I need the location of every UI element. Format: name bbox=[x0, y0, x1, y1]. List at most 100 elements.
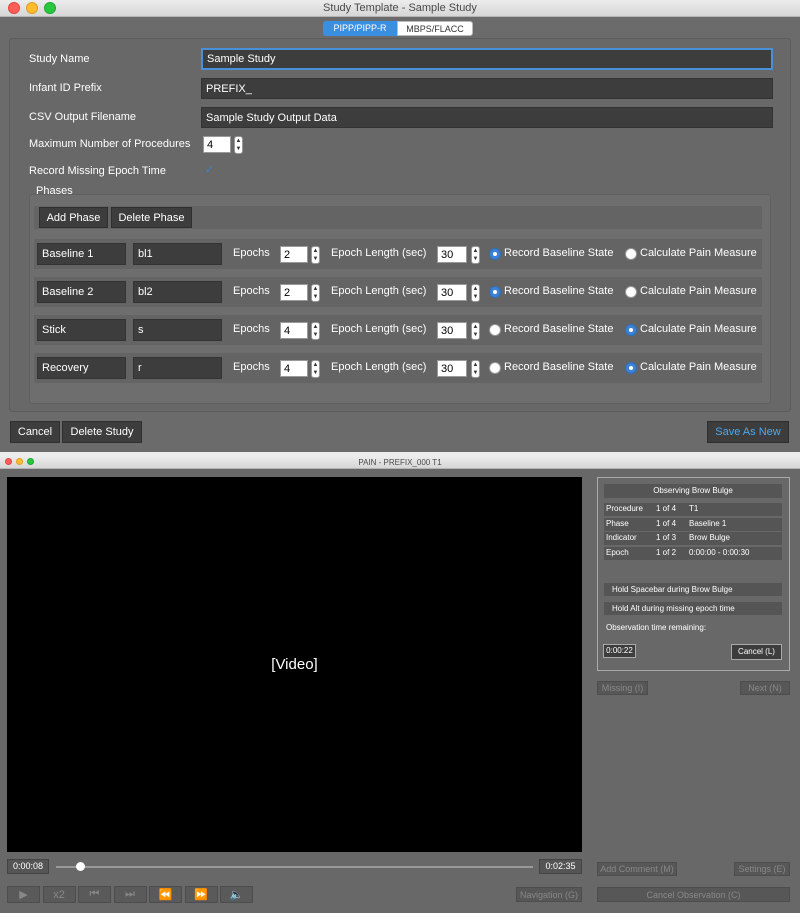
pain-measure-radio[interactable] bbox=[625, 324, 637, 336]
minimize-icon[interactable] bbox=[26, 2, 38, 14]
info-row: Phase 1 of 4 Baseline 1 bbox=[604, 517, 782, 531]
baseline-radio[interactable] bbox=[489, 324, 501, 336]
epochs-stepper[interactable]: ▲ ▼ bbox=[311, 360, 320, 378]
pain-measure-radio[interactable] bbox=[625, 248, 637, 260]
study-name-input[interactable]: Sample Study bbox=[201, 48, 773, 70]
cancel-l-button[interactable]: Cancel (L) bbox=[731, 644, 782, 660]
epoch-length-stepper[interactable]: ▲ ▼ bbox=[471, 246, 480, 264]
scrubber-track[interactable] bbox=[56, 866, 533, 868]
zoom-icon[interactable] bbox=[44, 2, 56, 14]
study-name-label: Study Name bbox=[29, 53, 90, 65]
info-key: Indicator bbox=[606, 533, 637, 542]
epochs-input[interactable]: 2 bbox=[280, 284, 308, 301]
phase-name-input[interactable]: Recovery bbox=[37, 357, 126, 379]
fast-forward-icon[interactable]: ⏩ bbox=[184, 886, 218, 903]
epochs-label: Epochs bbox=[233, 323, 270, 335]
epoch-length-input[interactable]: 30 bbox=[437, 246, 467, 263]
csv-output-label: CSV Output Filename bbox=[29, 111, 136, 123]
baseline-radio[interactable] bbox=[489, 248, 501, 260]
max-procedures-stepper[interactable]: ▲ ▼ bbox=[234, 136, 243, 154]
pain-measure-radio[interactable] bbox=[625, 286, 637, 298]
phase-code-input[interactable]: s bbox=[133, 319, 222, 341]
phase-code-input[interactable]: bl2 bbox=[133, 281, 222, 303]
epoch-length-label: Epoch Length (sec) bbox=[331, 247, 427, 259]
epochs-input[interactable]: 2 bbox=[280, 246, 308, 263]
baseline-label: Record Baseline State bbox=[504, 285, 614, 297]
settings-button[interactable]: Settings (E) bbox=[734, 862, 790, 876]
add-phase-button[interactable]: Add Phase bbox=[39, 207, 108, 228]
infant-id-prefix-input[interactable]: PREFIX_ bbox=[201, 78, 773, 99]
csv-output-input[interactable]: Sample Study Output Data bbox=[201, 107, 773, 128]
epochs-stepper[interactable]: ▲ ▼ bbox=[311, 246, 320, 264]
pain-measure-label: Calculate Pain Measure bbox=[640, 323, 757, 335]
info-count: 1 of 2 bbox=[656, 547, 677, 557]
tab-mbps[interactable]: MBPS/FLACC bbox=[397, 21, 473, 36]
navigation-button[interactable]: Navigation (G) bbox=[516, 887, 582, 902]
phase-code-input[interactable]: bl1 bbox=[133, 243, 222, 265]
close-icon[interactable] bbox=[5, 458, 12, 465]
phase-name-input[interactable]: Baseline 1 bbox=[37, 243, 126, 265]
step-back-icon[interactable]: ⏮ bbox=[78, 886, 111, 903]
hold-alt-notice: Hold Alt during missing epoch time bbox=[604, 602, 782, 615]
info-count: 1 of 3 bbox=[656, 533, 677, 542]
epochs-label: Epochs bbox=[233, 361, 270, 373]
minimize-icon[interactable] bbox=[16, 458, 23, 465]
epochs-stepper[interactable]: ▲ ▼ bbox=[311, 322, 320, 340]
phase-code-input[interactable]: r bbox=[133, 357, 222, 379]
rewind-icon[interactable]: ⏪ bbox=[149, 886, 182, 903]
hold-spacebar-notice: Hold Spacebar during Brow Bulge bbox=[604, 583, 782, 596]
epoch-length-input[interactable]: 30 bbox=[437, 322, 467, 339]
volume-icon[interactable]: 🔈 bbox=[220, 886, 253, 903]
baseline-label: Record Baseline State bbox=[504, 323, 614, 335]
video-placeholder: [Video] bbox=[271, 656, 318, 673]
zoom-icon[interactable] bbox=[27, 458, 34, 465]
epochs-input[interactable]: 4 bbox=[280, 322, 308, 339]
tab-pipp[interactable]: PIPP/PIPP-R bbox=[323, 21, 397, 36]
speed-x2-icon[interactable]: x2 bbox=[42, 886, 76, 903]
info-row: Indicator 1 of 3 Brow Bulge bbox=[604, 532, 782, 545]
add-comment-button[interactable]: Add Comment (M) bbox=[597, 862, 677, 876]
pain-measure-label: Calculate Pain Measure bbox=[640, 285, 757, 297]
epoch-length-label: Epoch Length (sec) bbox=[331, 285, 427, 297]
cancel-observation-button[interactable]: Cancel Observation (C) bbox=[597, 887, 790, 902]
next-button[interactable]: Next (N) bbox=[740, 681, 790, 695]
info-value: Brow Bulge bbox=[689, 533, 730, 542]
epoch-length-stepper[interactable]: ▲ ▼ bbox=[471, 322, 480, 340]
cancel-button[interactable]: Cancel bbox=[10, 421, 60, 443]
current-time: 0:00:08 bbox=[7, 859, 49, 874]
baseline-radio[interactable] bbox=[489, 362, 501, 374]
pain-measure-radio[interactable] bbox=[625, 362, 637, 374]
epoch-length-stepper[interactable]: ▲ ▼ bbox=[471, 284, 480, 302]
obs-time-label: Observation time remaining: bbox=[606, 623, 707, 632]
phase-name-input[interactable]: Baseline 2 bbox=[37, 281, 126, 303]
info-count: 1 of 4 bbox=[656, 504, 677, 513]
step-forward-icon[interactable]: ⏭ bbox=[113, 886, 147, 903]
close-icon[interactable] bbox=[8, 2, 20, 14]
epochs-input[interactable]: 4 bbox=[280, 360, 308, 377]
epochs-label: Epochs bbox=[233, 247, 270, 259]
delete-study-button[interactable]: Delete Study bbox=[62, 421, 142, 443]
epochs-stepper[interactable]: ▲ ▼ bbox=[311, 284, 320, 302]
epoch-length-input[interactable]: 30 bbox=[437, 360, 467, 377]
study-template-window: Study Template - Sample Study PIPP/PIPP-… bbox=[0, 0, 800, 452]
save-as-new-button[interactable]: Save As New bbox=[707, 421, 789, 443]
epoch-length-label: Epoch Length (sec) bbox=[331, 323, 427, 335]
window-title: PAIN - PREFIX_000 T1 bbox=[358, 458, 442, 467]
infant-id-prefix-label: Infant ID Prefix bbox=[29, 82, 102, 94]
baseline-label: Record Baseline State bbox=[504, 361, 614, 373]
phase-name-input[interactable]: Stick bbox=[37, 319, 126, 341]
template-titlebar: Study Template - Sample Study bbox=[0, 0, 800, 17]
epochs-label: Epochs bbox=[233, 285, 270, 297]
epoch-length-stepper[interactable]: ▲ ▼ bbox=[471, 360, 480, 378]
max-procedures-input[interactable]: 4 bbox=[203, 136, 231, 153]
missing-button[interactable]: Missing (I) bbox=[597, 681, 648, 695]
video-area[interactable]: [Video] bbox=[7, 477, 582, 852]
info-row: Epoch 1 of 2 0:00:00 - 0:00:30 bbox=[604, 546, 782, 560]
play-icon[interactable]: ▶ bbox=[7, 886, 40, 903]
baseline-radio[interactable] bbox=[489, 286, 501, 298]
info-row: Procedure 1 of 4 T1 bbox=[604, 503, 782, 516]
epoch-length-input[interactable]: 30 bbox=[437, 284, 467, 301]
record-missing-checkbox[interactable]: ✓ bbox=[204, 165, 215, 176]
record-missing-label: Record Missing Epoch Time bbox=[29, 165, 166, 177]
delete-phase-button[interactable]: Delete Phase bbox=[111, 207, 192, 228]
